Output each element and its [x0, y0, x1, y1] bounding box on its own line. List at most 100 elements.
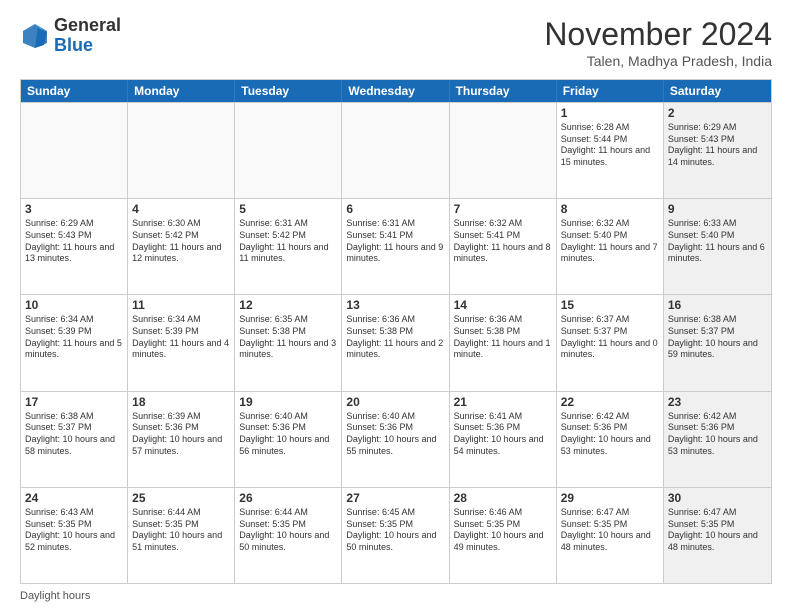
day-number: 23	[668, 395, 767, 409]
day-info: Sunrise: 6:32 AM Sunset: 5:41 PM Dayligh…	[454, 218, 552, 265]
logo-general: General	[54, 16, 121, 36]
day-info: Sunrise: 6:46 AM Sunset: 5:35 PM Dayligh…	[454, 507, 552, 554]
day-info: Sunrise: 6:38 AM Sunset: 5:37 PM Dayligh…	[25, 411, 123, 458]
day-number: 25	[132, 491, 230, 505]
day-cell-7: 7 Sunrise: 6:32 AM Sunset: 5:41 PM Daylig…	[450, 199, 557, 294]
day-info: Sunrise: 6:42 AM Sunset: 5:36 PM Dayligh…	[668, 411, 767, 458]
day-number: 14	[454, 298, 552, 312]
header: General Blue November 2024 Talen, Madhya…	[20, 16, 772, 69]
footer: Daylight hours	[20, 590, 772, 602]
day-cell-2: 2 Sunrise: 6:29 AM Sunset: 5:43 PM Daylig…	[664, 103, 771, 198]
day-info: Sunrise: 6:37 AM Sunset: 5:37 PM Dayligh…	[561, 314, 659, 361]
day-cell-23: 23 Sunrise: 6:42 AM Sunset: 5:36 PM Dayli…	[664, 392, 771, 487]
day-number: 21	[454, 395, 552, 409]
day-info: Sunrise: 6:38 AM Sunset: 5:37 PM Dayligh…	[668, 314, 767, 361]
day-cell-5: 5Sunrise: 6:31 AM Sunset: 5:42 PM Daylig…	[235, 199, 342, 294]
logo-blue: Blue	[54, 36, 121, 56]
day-cell-1: 1Sunrise: 6:28 AM Sunset: 5:44 PM Daylig…	[557, 103, 664, 198]
logo-icon	[20, 21, 50, 51]
day-number: 26	[239, 491, 337, 505]
day-number: 30	[668, 491, 767, 505]
week-row-3: 10 Sunrise: 6:34 AM Sunset: 5:39 PM Dayli…	[21, 294, 771, 390]
logo: General Blue	[20, 16, 121, 56]
day-info: Sunrise: 6:31 AM Sunset: 5:42 PM Dayligh…	[239, 218, 337, 265]
empty-cell	[235, 103, 342, 198]
day-cell-18: 18Sunrise: 6:39 AM Sunset: 5:36 PM Dayli…	[128, 392, 235, 487]
day-cell-8: 8Sunrise: 6:32 AM Sunset: 5:40 PM Daylig…	[557, 199, 664, 294]
day-number: 10	[25, 298, 123, 312]
calendar-header: SundayMondayTuesdayWednesdayThursdayFrid…	[21, 80, 771, 102]
header-day-sunday: Sunday	[21, 80, 128, 102]
day-cell-28: 28 Sunrise: 6:46 AM Sunset: 5:35 PM Dayli…	[450, 488, 557, 583]
day-info: Sunrise: 6:30 AM Sunset: 5:42 PM Dayligh…	[132, 218, 230, 265]
day-number: 24	[25, 491, 123, 505]
day-cell-16: 16 Sunrise: 6:38 AM Sunset: 5:37 PM Dayli…	[664, 295, 771, 390]
day-info: Sunrise: 6:45 AM Sunset: 5:35 PM Dayligh…	[346, 507, 444, 554]
day-number: 13	[346, 298, 444, 312]
header-day-tuesday: Tuesday	[235, 80, 342, 102]
day-info: Sunrise: 6:31 AM Sunset: 5:41 PM Dayligh…	[346, 218, 444, 265]
header-day-saturday: Saturday	[664, 80, 771, 102]
day-number: 3	[25, 202, 123, 216]
day-number: 28	[454, 491, 552, 505]
day-info: Sunrise: 6:33 AM Sunset: 5:40 PM Dayligh…	[668, 218, 767, 265]
day-cell-24: 24 Sunrise: 6:43 AM Sunset: 5:35 PM Dayli…	[21, 488, 128, 583]
day-info: Sunrise: 6:34 AM Sunset: 5:39 PM Dayligh…	[25, 314, 123, 361]
day-info: Sunrise: 6:43 AM Sunset: 5:35 PM Dayligh…	[25, 507, 123, 554]
day-cell-19: 19 Sunrise: 6:40 AM Sunset: 5:36 PM Dayli…	[235, 392, 342, 487]
day-info: Sunrise: 6:39 AM Sunset: 5:36 PM Dayligh…	[132, 411, 230, 458]
day-cell-21: 21 Sunrise: 6:41 AM Sunset: 5:36 PM Dayli…	[450, 392, 557, 487]
location-subtitle: Talen, Madhya Pradesh, India	[544, 53, 772, 69]
day-number: 29	[561, 491, 659, 505]
day-number: 17	[25, 395, 123, 409]
day-number: 16	[668, 298, 767, 312]
day-number: 1	[561, 106, 659, 120]
logo-text: General Blue	[54, 16, 121, 56]
day-cell-11: 11 Sunrise: 6:34 AM Sunset: 5:39 PM Dayli…	[128, 295, 235, 390]
day-number: 2	[668, 106, 767, 120]
week-row-1: 1Sunrise: 6:28 AM Sunset: 5:44 PM Daylig…	[21, 102, 771, 198]
day-cell-20: 20Sunrise: 6:40 AM Sunset: 5:36 PM Dayli…	[342, 392, 449, 487]
header-day-thursday: Thursday	[450, 80, 557, 102]
day-cell-10: 10 Sunrise: 6:34 AM Sunset: 5:39 PM Dayli…	[21, 295, 128, 390]
day-info: Sunrise: 6:32 AM Sunset: 5:40 PM Dayligh…	[561, 218, 659, 265]
empty-cell	[21, 103, 128, 198]
day-info: Sunrise: 6:35 AM Sunset: 5:38 PM Dayligh…	[239, 314, 337, 361]
day-info: Sunrise: 6:47 AM Sunset: 5:35 PM Dayligh…	[561, 507, 659, 554]
day-cell-25: 25Sunrise: 6:44 AM Sunset: 5:35 PM Dayli…	[128, 488, 235, 583]
day-info: Sunrise: 6:47 AM Sunset: 5:35 PM Dayligh…	[668, 507, 767, 554]
day-info: Sunrise: 6:41 AM Sunset: 5:36 PM Dayligh…	[454, 411, 552, 458]
day-number: 11	[132, 298, 230, 312]
day-info: Sunrise: 6:36 AM Sunset: 5:38 PM Dayligh…	[346, 314, 444, 361]
day-cell-3: 3Sunrise: 6:29 AM Sunset: 5:43 PM Daylig…	[21, 199, 128, 294]
day-cell-6: 6Sunrise: 6:31 AM Sunset: 5:41 PM Daylig…	[342, 199, 449, 294]
day-number: 9	[668, 202, 767, 216]
day-cell-30: 30 Sunrise: 6:47 AM Sunset: 5:35 PM Dayli…	[664, 488, 771, 583]
day-cell-26: 26Sunrise: 6:44 AM Sunset: 5:35 PM Dayli…	[235, 488, 342, 583]
day-number: 22	[561, 395, 659, 409]
day-number: 15	[561, 298, 659, 312]
day-info: Sunrise: 6:34 AM Sunset: 5:39 PM Dayligh…	[132, 314, 230, 361]
day-cell-29: 29 Sunrise: 6:47 AM Sunset: 5:35 PM Dayli…	[557, 488, 664, 583]
day-info: Sunrise: 6:40 AM Sunset: 5:36 PM Dayligh…	[239, 411, 337, 458]
day-number: 27	[346, 491, 444, 505]
day-number: 19	[239, 395, 337, 409]
day-number: 7	[454, 202, 552, 216]
day-info: Sunrise: 6:42 AM Sunset: 5:36 PM Dayligh…	[561, 411, 659, 458]
header-day-wednesday: Wednesday	[342, 80, 449, 102]
day-cell-15: 15 Sunrise: 6:37 AM Sunset: 5:37 PM Dayli…	[557, 295, 664, 390]
month-title: November 2024	[544, 16, 772, 53]
title-area: November 2024 Talen, Madhya Pradesh, Ind…	[544, 16, 772, 69]
day-cell-9: 9 Sunrise: 6:33 AM Sunset: 5:40 PM Daylig…	[664, 199, 771, 294]
day-cell-17: 17 Sunrise: 6:38 AM Sunset: 5:37 PM Dayli…	[21, 392, 128, 487]
page: General Blue November 2024 Talen, Madhya…	[0, 0, 792, 612]
header-day-monday: Monday	[128, 80, 235, 102]
calendar: SundayMondayTuesdayWednesdayThursdayFrid…	[20, 79, 772, 584]
empty-cell	[128, 103, 235, 198]
calendar-body: 1Sunrise: 6:28 AM Sunset: 5:44 PM Daylig…	[21, 102, 771, 583]
day-cell-14: 14Sunrise: 6:36 AM Sunset: 5:38 PM Dayli…	[450, 295, 557, 390]
day-info: Sunrise: 6:29 AM Sunset: 5:43 PM Dayligh…	[668, 122, 767, 169]
week-row-2: 3Sunrise: 6:29 AM Sunset: 5:43 PM Daylig…	[21, 198, 771, 294]
header-day-friday: Friday	[557, 80, 664, 102]
day-number: 20	[346, 395, 444, 409]
